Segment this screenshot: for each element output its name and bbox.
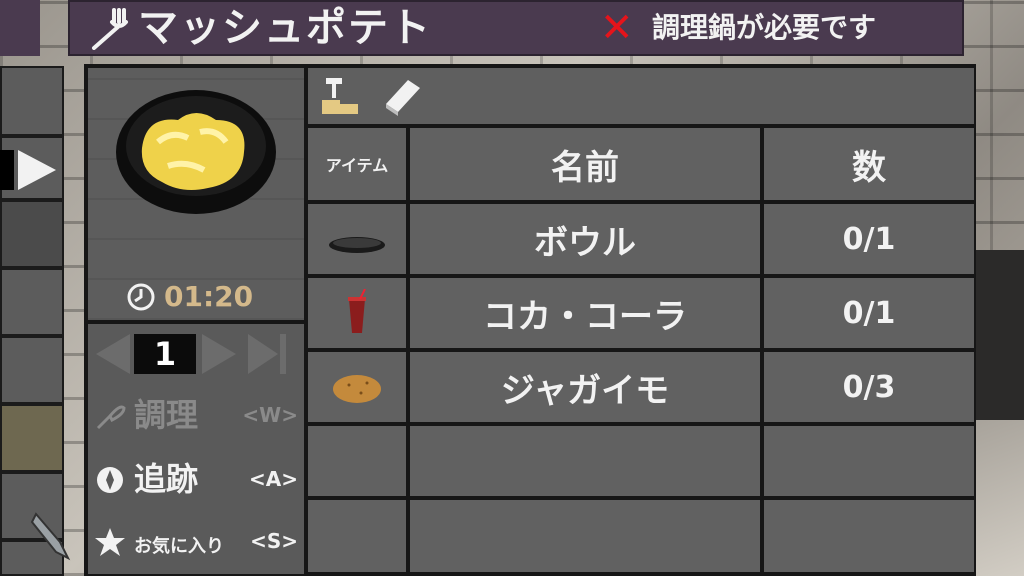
decrease-quantity-button[interactable] <box>96 334 130 374</box>
list-item[interactable] <box>0 66 64 136</box>
x-icon: ✕ <box>600 5 634 51</box>
potato-icon <box>308 352 406 422</box>
recipe-title: マッシュポテト <box>138 5 432 51</box>
empty-count-cell <box>764 500 974 572</box>
ingredient-count: 0/3 <box>764 352 974 422</box>
count-column-header: 数 <box>764 128 974 200</box>
favorite-label: お気に入り <box>134 536 224 557</box>
track-label: 追跡 <box>134 460 199 498</box>
knife-icon <box>30 512 71 561</box>
bowl-icon <box>308 204 406 274</box>
ingredient-count: 0/1 <box>764 278 974 348</box>
empty-item-cell <box>308 500 406 572</box>
max-quantity-button[interactable] <box>248 334 278 374</box>
empty-count-cell <box>764 426 974 496</box>
empty-name-cell <box>410 500 760 572</box>
ingredient-name: ボウル <box>410 204 760 274</box>
track-key: <A> <box>249 467 298 491</box>
favorite-button[interactable]: お気に入り <S> <box>88 512 304 572</box>
track-button[interactable]: 追跡 <A> <box>88 450 304 510</box>
title-bar-left <box>0 0 40 56</box>
craft-time: 01:20 <box>164 280 254 313</box>
cola-icon <box>308 278 406 348</box>
item-column-header: アイテム <box>308 128 406 200</box>
recipe-list-strip <box>0 66 66 576</box>
ingredient-name: コカ・コーラ <box>410 278 760 348</box>
fork-icon <box>92 8 128 50</box>
ingredient-name: ジャガイモ <box>410 352 760 422</box>
mashed-potato-bowl-icon <box>116 90 276 214</box>
play-arrow-icon[interactable] <box>18 150 56 190</box>
craft-button[interactable]: 調理 <W> <box>88 386 304 446</box>
star-icon <box>95 528 125 556</box>
list-item[interactable] <box>0 268 64 336</box>
hammer-icon[interactable] <box>318 74 362 118</box>
empty-item-cell <box>308 426 406 496</box>
name-column-header: 名前 <box>410 128 760 200</box>
requirement-text: 調理鍋が必要です <box>652 11 877 44</box>
favorite-key: <S> <box>250 529 298 553</box>
max-quantity-bar <box>280 334 286 374</box>
list-item[interactable] <box>0 404 64 472</box>
compass-icon <box>97 467 123 493</box>
list-item[interactable] <box>0 200 64 268</box>
ingredient-count: 0/1 <box>764 204 974 274</box>
clock-icon <box>127 283 155 311</box>
whisk-icon <box>96 405 126 430</box>
empty-name-cell <box>410 426 760 496</box>
quantity-field[interactable]: 1 <box>134 334 196 374</box>
list-item[interactable] <box>0 336 64 404</box>
craft-label: 調理 <box>134 396 199 434</box>
book-icon[interactable] <box>380 74 424 118</box>
selection-marker <box>0 150 14 190</box>
increase-quantity-button[interactable] <box>202 334 236 374</box>
craft-key: <W> <box>242 403 298 427</box>
